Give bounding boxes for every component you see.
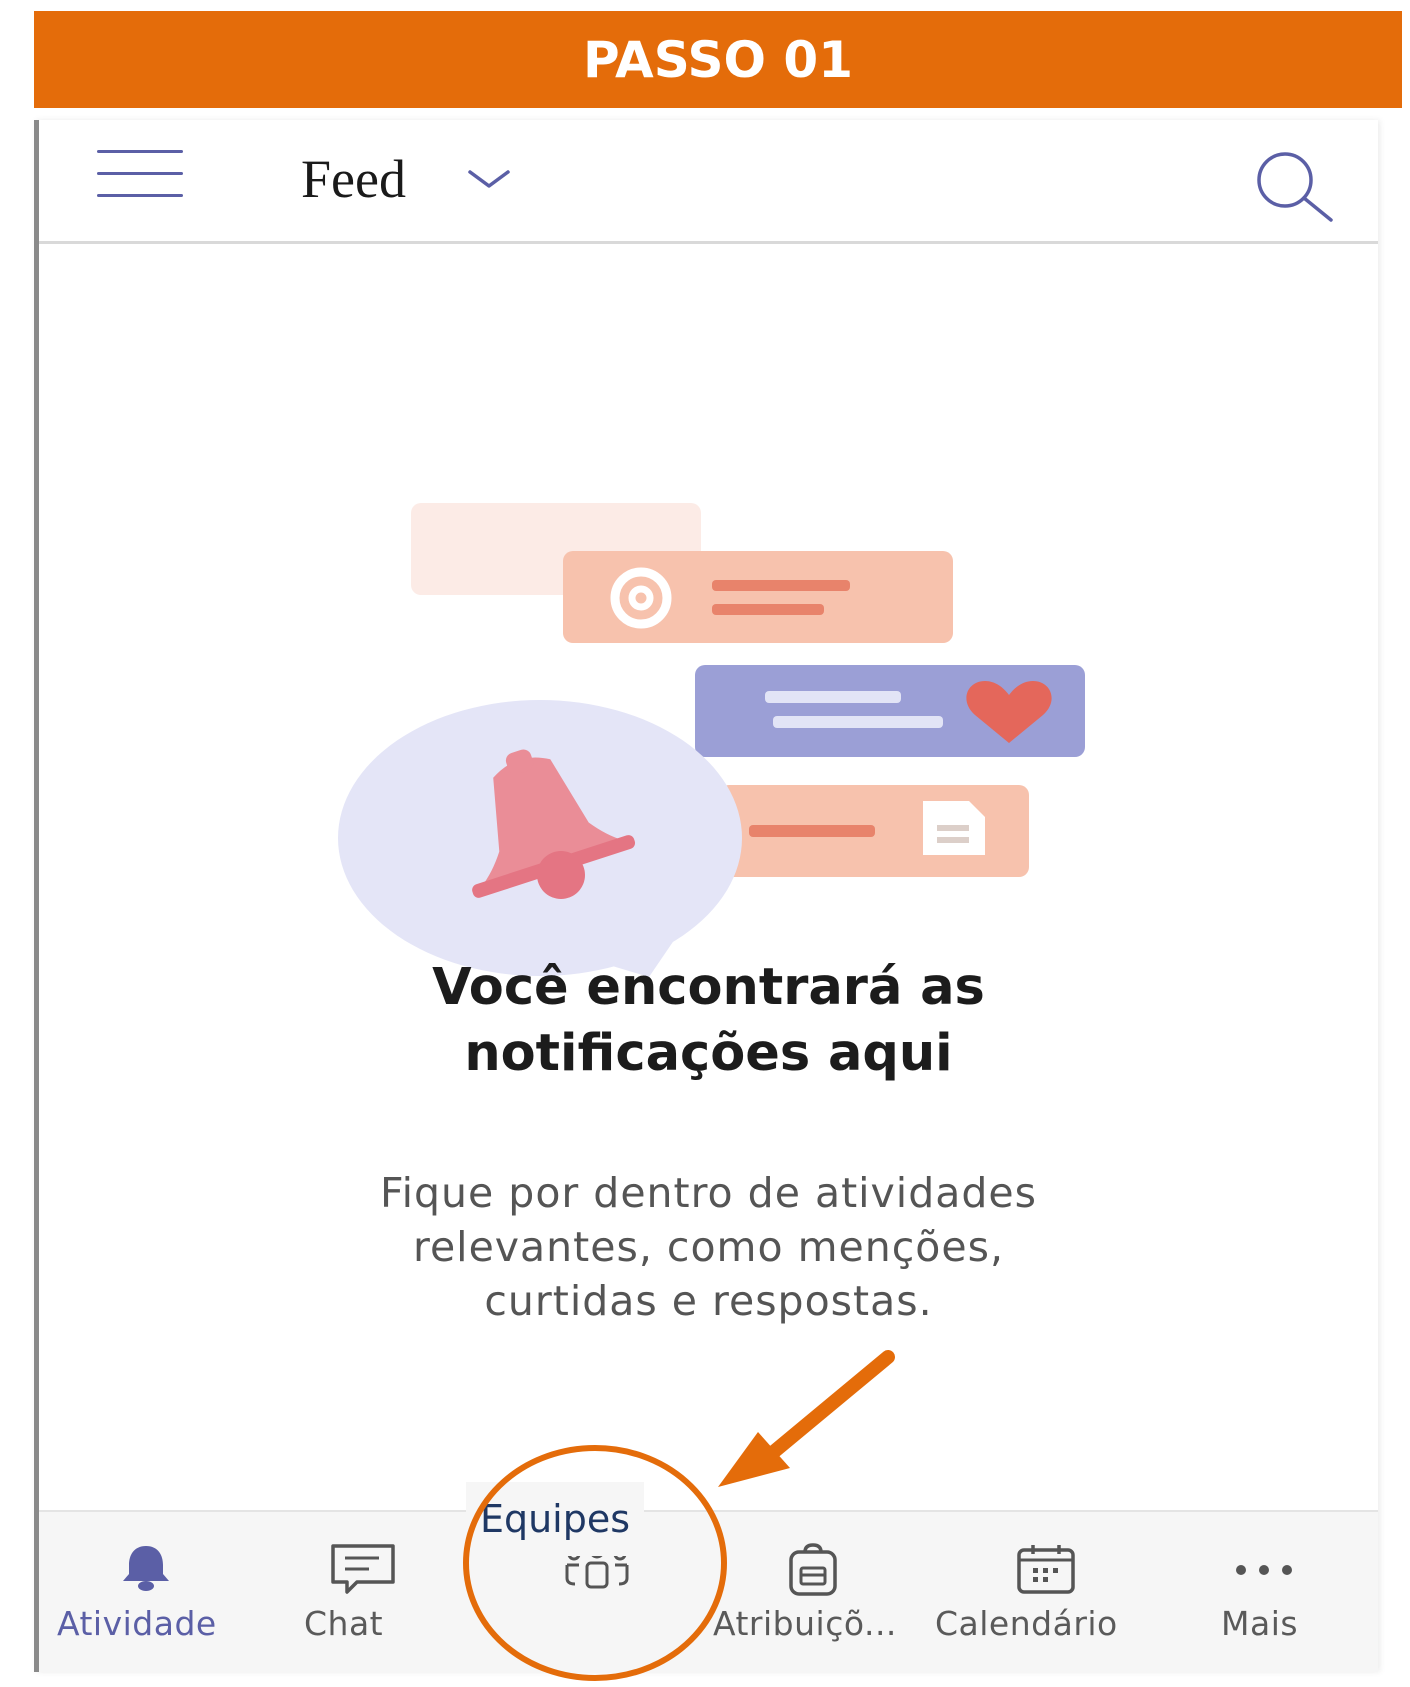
bottom-navigation: Atividade Chat Atribuiçõ... Calendário M… — [39, 1510, 1378, 1672]
tab-label: Atribuiçõ... — [713, 1604, 897, 1643]
tab-label: Calendário — [935, 1604, 1118, 1643]
notifications-illustration — [338, 503, 1085, 977]
more-icon — [1236, 1565, 1292, 1575]
tab-atividade[interactable]: Atividade — [49, 1512, 239, 1674]
top-app-bar: Feed — [39, 120, 1378, 244]
step-banner: PASSO 01 — [34, 11, 1402, 108]
phone-screen: Feed Você encontrará as notificações aqu… — [34, 120, 1378, 1672]
feed-title[interactable]: Feed — [301, 148, 406, 210]
chat-icon — [331, 1544, 395, 1594]
equipes-tab-label[interactable]: Equipes — [466, 1482, 644, 1556]
hamburger-menu-icon[interactable] — [97, 150, 183, 198]
description-line: curtidas e respostas. — [484, 1277, 933, 1325]
tab-label: Mais — [1221, 1604, 1299, 1643]
tab-atribuicoes[interactable]: Atribuiçõ... — [713, 1512, 915, 1674]
tab-mais[interactable]: Mais — [1209, 1512, 1339, 1674]
headline-line: notificações aqui — [464, 1024, 953, 1083]
calendar-icon — [1017, 1545, 1075, 1594]
search-icon[interactable] — [1249, 146, 1339, 226]
tab-label: Atividade — [57, 1604, 217, 1643]
bell-icon — [123, 1546, 169, 1591]
tab-label: Chat — [304, 1604, 384, 1643]
empty-state-description: Fique por dentro de atividades relevante… — [39, 1166, 1378, 1328]
headline-line: Você encontrará as — [432, 958, 985, 1017]
description-line: relevantes, como menções, — [413, 1223, 1004, 1271]
chevron-down-icon[interactable] — [464, 164, 514, 194]
empty-state-headline: Você encontrará as notificações aqui — [39, 955, 1378, 1087]
assignments-icon — [789, 1543, 837, 1596]
description-line: Fique por dentro de atividades — [380, 1169, 1037, 1217]
tab-chat[interactable]: Chat — [289, 1512, 439, 1674]
tab-calendario[interactable]: Calendário — [935, 1512, 1155, 1674]
